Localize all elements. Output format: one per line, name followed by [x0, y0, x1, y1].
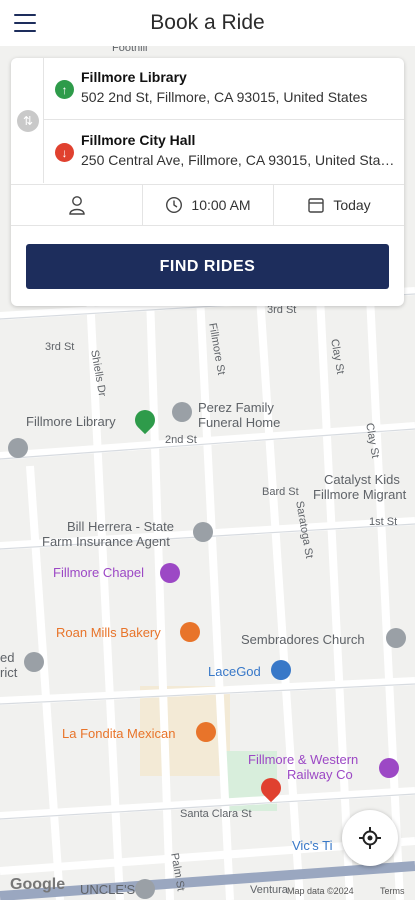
poi-label[interactable]: Fillmore & Western	[248, 752, 358, 767]
poi-label[interactable]: Funeral Home	[198, 415, 280, 430]
terms-link[interactable]: Terms	[380, 886, 405, 896]
date-value: Today	[333, 197, 371, 213]
shopping-icon[interactable]	[271, 660, 291, 680]
pickup-address: 502 2nd St, Fillmore, CA 93015, United S…	[81, 89, 368, 105]
dropoff-address: 250 Central Ave, Fillmore, CA 93015, Uni…	[81, 152, 396, 168]
poi-label[interactable]: Fillmore Library	[26, 414, 116, 429]
poi-label[interactable]: Roan Mills Bakery	[56, 625, 161, 640]
find-rides-button[interactable]: FIND RIDES	[26, 244, 389, 289]
app-header: Book a Ride	[0, 0, 415, 46]
map-attribution: Map data ©2024	[287, 886, 354, 896]
time-value: 10:00 AM	[191, 197, 251, 213]
street-label: Bard St	[262, 486, 299, 498]
poi-label[interactable]: Vic's Ti	[292, 838, 333, 853]
time-selector[interactable]: 10:00 AM	[142, 185, 273, 225]
poi-label[interactable]: Perez Family	[198, 400, 274, 415]
person-icon	[68, 196, 85, 215]
attraction-icon[interactable]	[379, 758, 399, 778]
passenger-selector[interactable]	[11, 185, 142, 225]
clock-icon	[166, 196, 183, 214]
street-label: 1st St	[369, 516, 398, 528]
place-icon[interactable]	[172, 402, 192, 422]
swap-column: ⇅	[11, 58, 44, 183]
layers-icon[interactable]	[24, 652, 44, 672]
my-location-button[interactable]	[342, 810, 398, 866]
poi-label[interactable]: Fillmore Migrant	[313, 487, 406, 502]
place-icon[interactable]	[8, 438, 28, 458]
street-label: Foothill	[112, 46, 148, 54]
poi-label[interactable]: Farm Insurance Agent	[42, 534, 170, 549]
street-label: 2nd St	[165, 434, 197, 446]
poi-label[interactable]: Catalyst Kids	[324, 472, 400, 487]
place-icon[interactable]	[135, 879, 155, 899]
ride-options: 10:00 AM Today	[11, 184, 404, 226]
crosshair-icon	[359, 827, 381, 849]
google-logo: Google	[10, 876, 66, 893]
place-icon[interactable]	[193, 522, 213, 542]
poi-label[interactable]: Fillmore Chapel	[53, 565, 144, 580]
poi-label[interactable]: Bill Herrera - State	[67, 519, 174, 534]
dropoff-name: Fillmore City Hall	[81, 132, 196, 148]
dropoff-location[interactable]: ↓ Fillmore City Hall 250 Central Ave, Fi…	[44, 121, 404, 183]
poi-label[interactable]: La Fondita Mexican	[62, 726, 175, 741]
poi-label[interactable]: UNCLE'S	[80, 882, 135, 897]
pickup-up-arrow-icon: ↑	[55, 80, 74, 99]
poi-label[interactable]: ed	[0, 650, 14, 665]
restaurant-icon[interactable]	[196, 722, 216, 742]
street-label: 3rd St	[45, 341, 75, 353]
swap-locations-icon[interactable]: ⇅	[17, 110, 39, 132]
church-icon[interactable]	[160, 563, 180, 583]
poi-label[interactable]: Sembradores Church	[241, 632, 365, 647]
date-selector[interactable]: Today	[273, 185, 404, 225]
hamburger-menu-icon[interactable]	[14, 14, 36, 32]
poi-label[interactable]: Railway Co	[287, 767, 353, 782]
church-icon[interactable]	[386, 628, 406, 648]
pickup-name: Fillmore Library	[81, 69, 187, 85]
pickup-location[interactable]: ↑ Fillmore Library 502 2nd St, Fillmore,…	[44, 58, 404, 120]
calendar-icon	[308, 198, 325, 213]
street-label: Ventura	[250, 884, 288, 896]
poi-label[interactable]: LaceGod	[208, 664, 261, 679]
bakery-icon[interactable]	[180, 622, 200, 642]
street-label: Santa Clara St	[180, 808, 252, 820]
dropoff-down-arrow-icon: ↓	[55, 143, 74, 162]
poi-label[interactable]: rict	[0, 665, 17, 680]
page-title: Book a Ride	[150, 11, 265, 34]
booking-card: ⇅ ↑ Fillmore Library 502 2nd St, Fillmor…	[11, 58, 404, 306]
